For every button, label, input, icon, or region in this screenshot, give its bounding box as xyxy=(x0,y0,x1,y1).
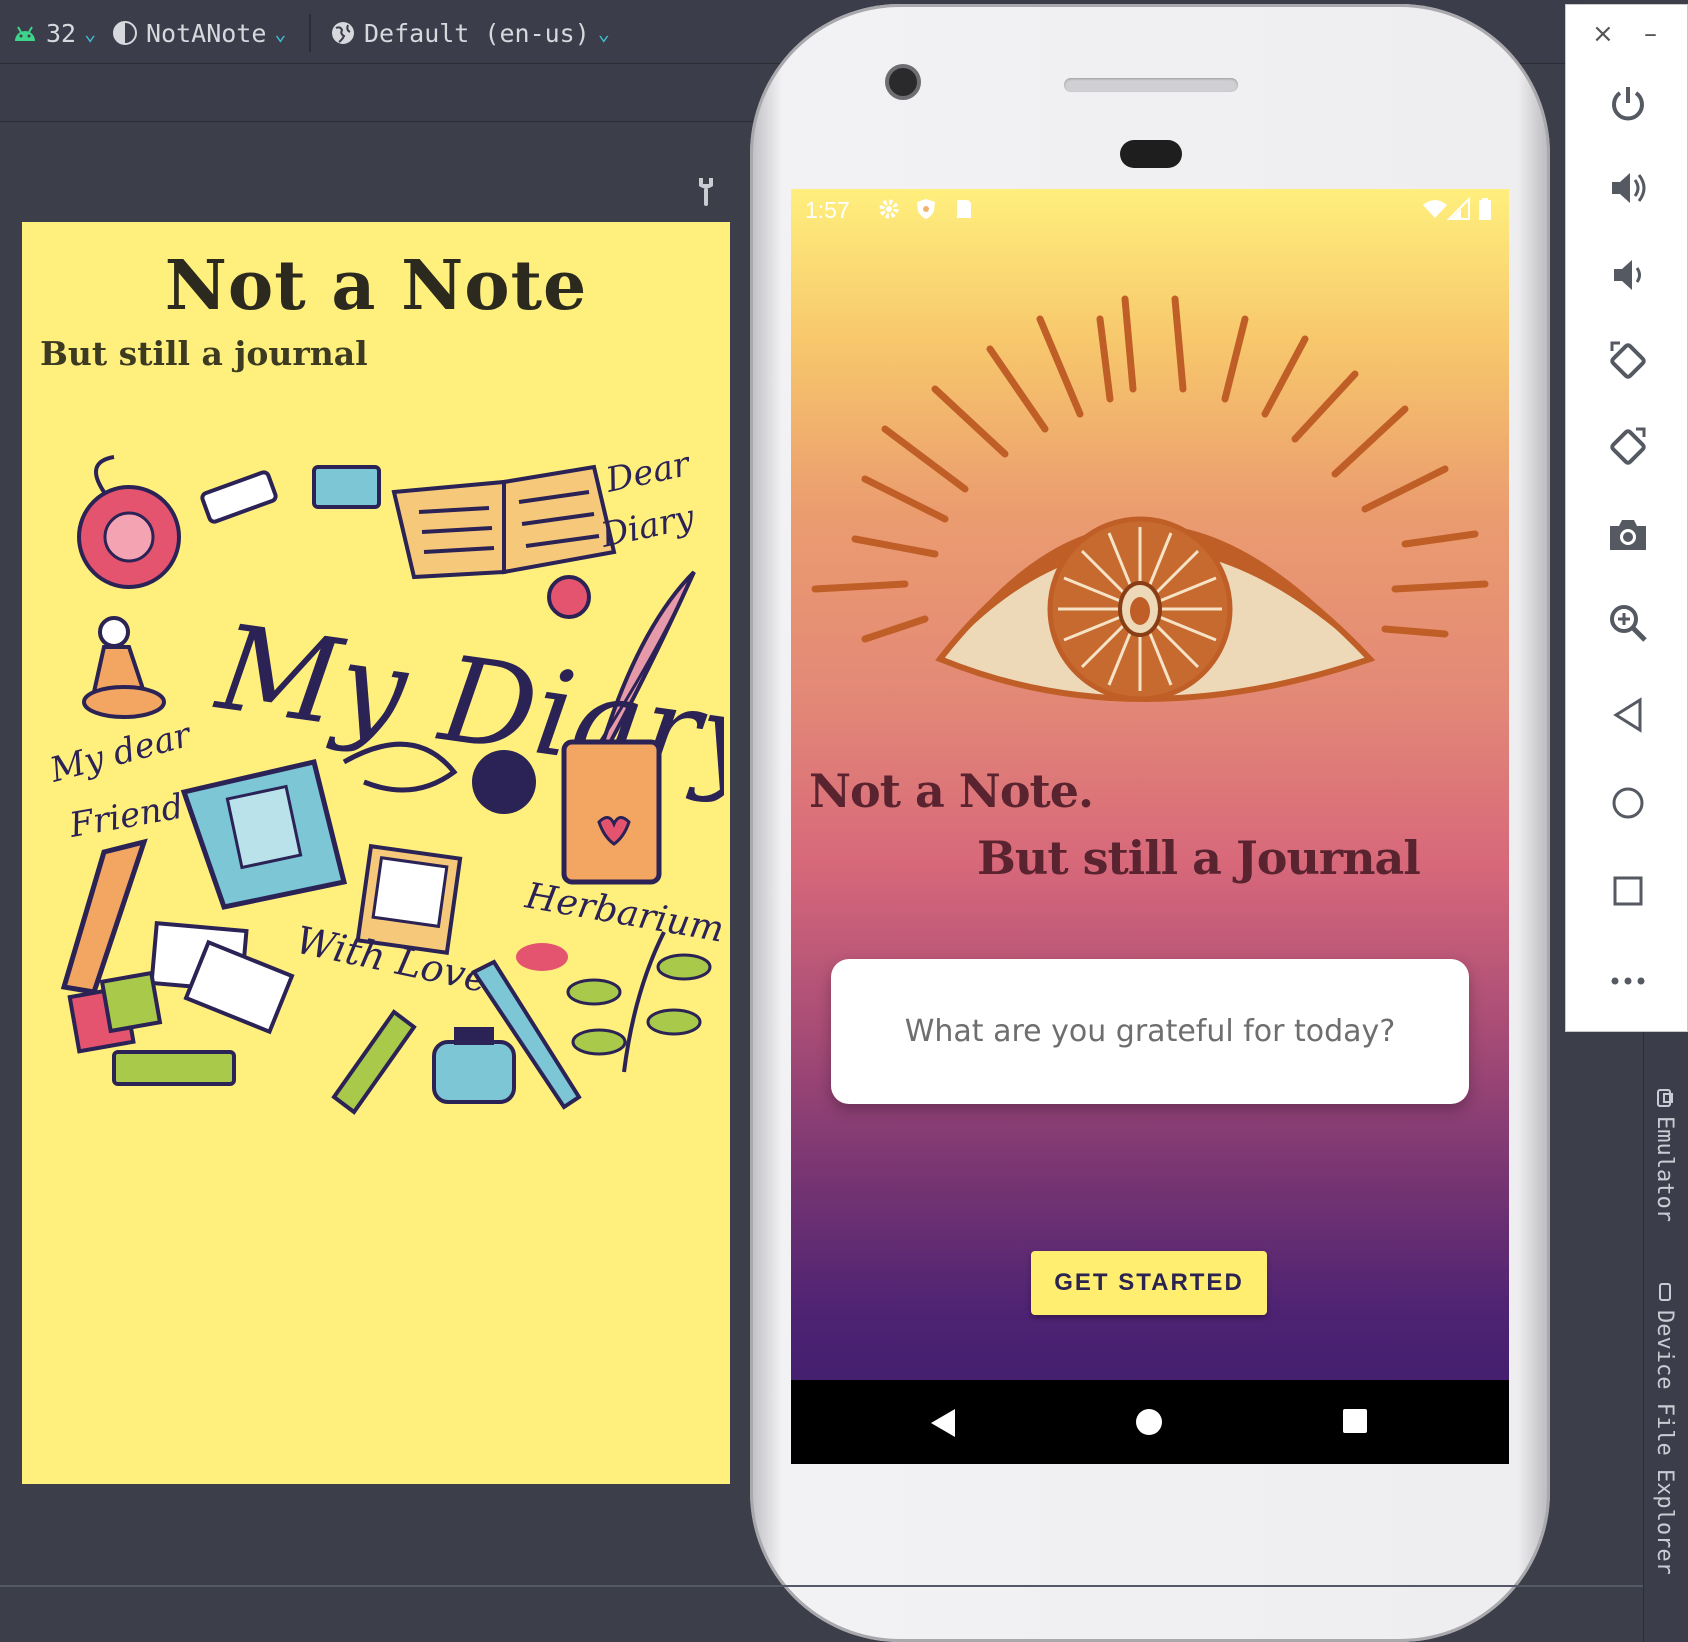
toolbar-divider xyxy=(309,14,311,52)
leaf-branch-doodle xyxy=(566,931,712,1073)
glue-tube-doodle xyxy=(112,1050,236,1086)
preview-title: Not a Note xyxy=(164,246,588,326)
overview-button[interactable] xyxy=(1600,863,1656,919)
ide-subtoolbar xyxy=(0,64,760,122)
locale-label: Default (en-us) xyxy=(364,18,590,48)
chevron-down-icon: ⌄ xyxy=(84,21,97,45)
herbarium-text: Herbarium xyxy=(521,875,724,950)
navigation-bar xyxy=(791,1380,1509,1464)
diary-doodle-illustration: Dear Diary My Diary My dear Friend Herba… xyxy=(45,452,724,1115)
my-dear-text: My dear xyxy=(45,715,196,791)
emulator-tab[interactable]: Emulator xyxy=(1652,1088,1677,1222)
sd-card-icon xyxy=(957,200,971,218)
home-icon[interactable] xyxy=(1135,1408,1163,1436)
locale-selector[interactable]: Default (en-us) ⌄ xyxy=(330,14,610,52)
android-icon xyxy=(15,26,35,41)
sun-eye-illustration xyxy=(811,295,1489,702)
lips-doodle xyxy=(516,943,568,971)
home-icon xyxy=(1612,787,1644,819)
zoom-button[interactable] xyxy=(1600,595,1656,651)
device-file-explorer-tab[interactable]: Device File Explorer xyxy=(1652,1282,1677,1575)
theme-icon xyxy=(113,21,137,45)
overview-icon[interactable] xyxy=(1342,1408,1368,1434)
dear-diary-text: Dear xyxy=(602,452,695,501)
volume-up-button[interactable] xyxy=(1600,160,1656,216)
proximity-sensor xyxy=(1120,140,1182,168)
shield-icon xyxy=(917,199,935,219)
back-icon xyxy=(1613,697,1642,733)
cellular-signal-icon xyxy=(1447,197,1470,220)
rotate-left-button[interactable] xyxy=(1600,333,1656,389)
dear-diary-text: Diary xyxy=(597,497,699,556)
rotate-right-button[interactable] xyxy=(1600,419,1656,475)
gratitude-card xyxy=(831,959,1469,1104)
device-file-explorer-label: Device File Explorer xyxy=(1652,1310,1677,1575)
close-icon[interactable]: × xyxy=(1592,19,1614,49)
ink-pot-doodle xyxy=(432,1027,516,1104)
volume-down-icon xyxy=(1614,260,1641,290)
home-button[interactable] xyxy=(1600,775,1656,831)
front-camera xyxy=(885,64,921,100)
more-icon xyxy=(1611,977,1645,985)
status-bar: 1:57 xyxy=(791,189,1509,233)
pencil-doodle xyxy=(331,1009,417,1115)
rotate-right-icon xyxy=(1610,427,1646,465)
wifi-icon xyxy=(1423,200,1447,218)
theme-label: NotANote xyxy=(146,18,267,48)
emulator-tab-label: Emulator xyxy=(1652,1116,1677,1222)
friend-text: Friend xyxy=(66,787,187,846)
emulator-controls: × – xyxy=(1565,4,1688,1032)
emulator-tab-icon xyxy=(1656,1089,1673,1107)
minimize-icon[interactable]: – xyxy=(1644,19,1657,49)
power-icon xyxy=(1612,87,1644,121)
perfume-bottle-doodle xyxy=(82,616,166,719)
back-icon[interactable] xyxy=(929,1408,957,1438)
battery-icon xyxy=(1479,198,1491,220)
tool-window-strip: Emulator Device File Explorer xyxy=(1643,1032,1688,1642)
more-button[interactable] xyxy=(1600,953,1656,1009)
rose-doodle xyxy=(547,575,591,619)
screenshot-button[interactable] xyxy=(1600,507,1656,563)
rotate-left-icon xyxy=(1610,341,1646,379)
chevron-down-icon: ⌄ xyxy=(274,21,287,45)
gratitude-input[interactable] xyxy=(831,1014,1469,1049)
sharpener-doodle xyxy=(312,465,381,509)
preview-subtitle: But still a journal xyxy=(40,334,368,373)
app-title: Not a Note. xyxy=(809,764,1094,818)
status-time: 1:57 xyxy=(805,197,850,223)
device-icon xyxy=(1658,1283,1671,1301)
chevron-down-icon: ⌄ xyxy=(597,21,610,45)
api-level-label: 32 xyxy=(46,18,77,48)
wrench-icon[interactable] xyxy=(694,176,718,208)
wax-seal-doodle xyxy=(77,455,181,589)
eraser-doodle xyxy=(200,470,278,524)
app-subtitle: But still a Journal xyxy=(977,831,1421,885)
api-level-selector[interactable]: 32 ⌄ xyxy=(12,14,96,52)
device-screen: 1:57 Not a Note. But still a Journal Wha… xyxy=(791,189,1509,1464)
volume-up-icon xyxy=(1612,173,1646,203)
volume-down-button[interactable] xyxy=(1600,247,1656,303)
power-button[interactable] xyxy=(1600,75,1656,131)
overview-icon xyxy=(1613,876,1643,906)
leather-journal-doodle xyxy=(561,739,662,885)
theme-selector[interactable]: NotANote ⌄ xyxy=(112,14,286,52)
ink-splat-doodle xyxy=(472,750,536,814)
blue-book-doodle xyxy=(180,759,348,910)
open-book-doodle xyxy=(391,464,617,580)
scroll-doodle xyxy=(60,838,148,995)
layout-preview: Not a Note But still a journal Dear Diar… xyxy=(22,222,730,1484)
zoom-in-icon xyxy=(1610,605,1647,642)
back-button[interactable] xyxy=(1600,687,1656,743)
settings-icon xyxy=(879,199,899,219)
globe-icon xyxy=(332,22,354,44)
envelope-doodle xyxy=(149,921,295,1035)
get-started-button[interactable]: GET STARTED xyxy=(1031,1251,1267,1315)
camera-icon xyxy=(1610,520,1646,550)
earpiece-speaker xyxy=(1064,78,1238,92)
status-divider xyxy=(0,1585,1643,1587)
